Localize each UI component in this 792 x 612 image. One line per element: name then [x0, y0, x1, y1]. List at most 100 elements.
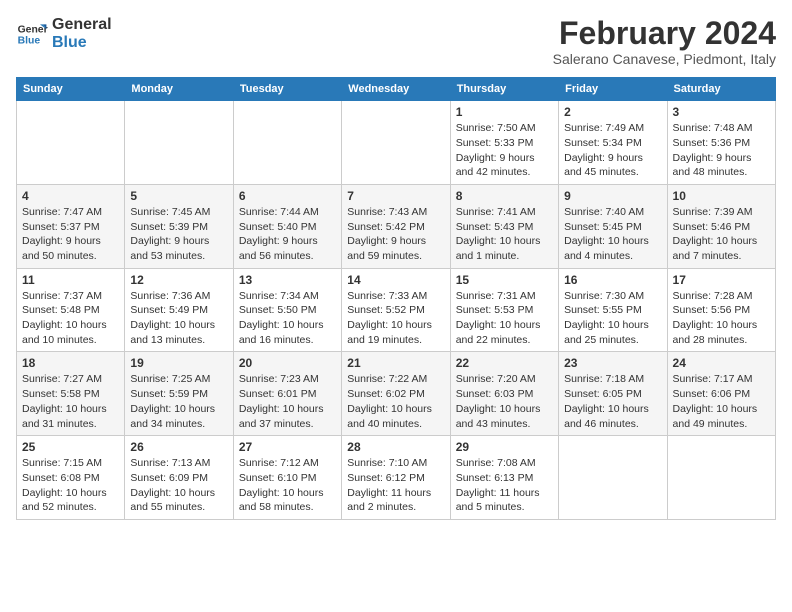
calendar-cell: 10 Sunrise: 7:39 AM Sunset: 5:46 PM Dayli… — [667, 184, 775, 268]
calendar-cell: 29 Sunrise: 7:08 AM Sunset: 6:13 PM Dayli… — [450, 436, 558, 520]
calendar-cell: 3 Sunrise: 7:48 AM Sunset: 5:36 PM Daylig… — [667, 101, 775, 185]
calendar-cell: 9 Sunrise: 7:40 AM Sunset: 5:45 PM Daylig… — [559, 184, 667, 268]
day-info: Sunrise: 7:13 AM Sunset: 6:09 PM Dayligh… — [130, 456, 227, 515]
weekday-header-tuesday: Tuesday — [233, 78, 341, 101]
svg-text:Blue: Blue — [18, 35, 41, 46]
day-number: 2 — [564, 105, 661, 119]
calendar-table: SundayMondayTuesdayWednesdayThursdayFrid… — [16, 77, 776, 520]
day-info: Sunrise: 7:15 AM Sunset: 6:08 PM Dayligh… — [22, 456, 119, 515]
calendar-cell — [667, 436, 775, 520]
calendar-cell: 17 Sunrise: 7:28 AM Sunset: 5:56 PM Dayli… — [667, 268, 775, 352]
day-info: Sunrise: 7:45 AM Sunset: 5:39 PM Dayligh… — [130, 205, 227, 264]
calendar-cell: 8 Sunrise: 7:41 AM Sunset: 5:43 PM Daylig… — [450, 184, 558, 268]
calendar-cell: 16 Sunrise: 7:30 AM Sunset: 5:55 PM Dayli… — [559, 268, 667, 352]
calendar-cell: 27 Sunrise: 7:12 AM Sunset: 6:10 PM Dayli… — [233, 436, 341, 520]
calendar-cell: 21Sunrise: 7:22 AM Sunset: 6:02 PM Dayli… — [342, 352, 450, 436]
day-number: 29 — [456, 440, 553, 454]
day-info: Sunrise: 7:25 AM Sunset: 5:59 PM Dayligh… — [130, 372, 227, 431]
day-number: 19 — [130, 356, 227, 370]
day-info: Sunrise: 7:08 AM Sunset: 6:13 PM Dayligh… — [456, 456, 553, 515]
weekday-header-row: SundayMondayTuesdayWednesdayThursdayFrid… — [17, 78, 776, 101]
day-info: Sunrise: 7:31 AM Sunset: 5:53 PM Dayligh… — [456, 289, 553, 348]
calendar-cell: 18 Sunrise: 7:27 AM Sunset: 5:58 PM Dayli… — [17, 352, 125, 436]
calendar-cell: 22 Sunrise: 7:20 AM Sunset: 6:03 PM Dayli… — [450, 352, 558, 436]
day-number: 11 — [22, 273, 119, 287]
day-number: 5 — [130, 189, 227, 203]
day-info: Sunrise: 7:41 AM Sunset: 5:43 PM Dayligh… — [456, 205, 553, 264]
location-subtitle: Salerano Canavese, Piedmont, Italy — [553, 51, 776, 67]
day-number: 22 — [456, 356, 553, 370]
weekday-header-friday: Friday — [559, 78, 667, 101]
weekday-header-wednesday: Wednesday — [342, 78, 450, 101]
day-info: Sunrise: 7:48 AM Sunset: 5:36 PM Dayligh… — [673, 121, 770, 180]
calendar-cell: 1Sunrise: 7:50 AM Sunset: 5:33 PM Daylig… — [450, 101, 558, 185]
day-number: 1 — [456, 105, 553, 119]
week-row-4: 18 Sunrise: 7:27 AM Sunset: 5:58 PM Dayli… — [17, 352, 776, 436]
calendar-cell: 2 Sunrise: 7:49 AM Sunset: 5:34 PM Daylig… — [559, 101, 667, 185]
logo-text-general: General — [52, 16, 112, 34]
day-number: 13 — [239, 273, 336, 287]
day-info: Sunrise: 7:39 AM Sunset: 5:46 PM Dayligh… — [673, 205, 770, 264]
month-title: February 2024 — [553, 16, 776, 51]
day-number: 9 — [564, 189, 661, 203]
day-number: 10 — [673, 189, 770, 203]
week-row-3: 11 Sunrise: 7:37 AM Sunset: 5:48 PM Dayli… — [17, 268, 776, 352]
calendar-cell: 14Sunrise: 7:33 AM Sunset: 5:52 PM Dayli… — [342, 268, 450, 352]
day-info: Sunrise: 7:47 AM Sunset: 5:37 PM Dayligh… — [22, 205, 119, 264]
weekday-header-saturday: Saturday — [667, 78, 775, 101]
day-info: Sunrise: 7:17 AM Sunset: 6:06 PM Dayligh… — [673, 372, 770, 431]
day-number: 27 — [239, 440, 336, 454]
calendar-cell: 19 Sunrise: 7:25 AM Sunset: 5:59 PM Dayli… — [125, 352, 233, 436]
calendar-cell: 15 Sunrise: 7:31 AM Sunset: 5:53 PM Dayli… — [450, 268, 558, 352]
calendar-cell — [125, 101, 233, 185]
day-number: 17 — [673, 273, 770, 287]
page-header: General Blue General Blue February 2024 … — [16, 16, 776, 67]
day-number: 12 — [130, 273, 227, 287]
day-info: Sunrise: 7:34 AM Sunset: 5:50 PM Dayligh… — [239, 289, 336, 348]
logo: General Blue General Blue — [16, 16, 112, 51]
day-number: 4 — [22, 189, 119, 203]
day-number: 15 — [456, 273, 553, 287]
day-info: Sunrise: 7:22 AM Sunset: 6:02 PM Dayligh… — [347, 372, 444, 431]
day-number: 3 — [673, 105, 770, 119]
weekday-header-monday: Monday — [125, 78, 233, 101]
calendar-cell — [233, 101, 341, 185]
calendar-cell — [559, 436, 667, 520]
calendar-cell: 12 Sunrise: 7:36 AM Sunset: 5:49 PM Dayli… — [125, 268, 233, 352]
day-info: Sunrise: 7:12 AM Sunset: 6:10 PM Dayligh… — [239, 456, 336, 515]
day-info: Sunrise: 7:28 AM Sunset: 5:56 PM Dayligh… — [673, 289, 770, 348]
day-info: Sunrise: 7:36 AM Sunset: 5:49 PM Dayligh… — [130, 289, 227, 348]
calendar-cell: 6Sunrise: 7:44 AM Sunset: 5:40 PM Daylig… — [233, 184, 341, 268]
day-info: Sunrise: 7:23 AM Sunset: 6:01 PM Dayligh… — [239, 372, 336, 431]
weekday-header-sunday: Sunday — [17, 78, 125, 101]
day-info: Sunrise: 7:40 AM Sunset: 5:45 PM Dayligh… — [564, 205, 661, 264]
day-number: 6 — [239, 189, 336, 203]
day-info: Sunrise: 7:33 AM Sunset: 5:52 PM Dayligh… — [347, 289, 444, 348]
calendar-cell: 28Sunrise: 7:10 AM Sunset: 6:12 PM Dayli… — [342, 436, 450, 520]
day-info: Sunrise: 7:20 AM Sunset: 6:03 PM Dayligh… — [456, 372, 553, 431]
day-number: 25 — [22, 440, 119, 454]
day-info: Sunrise: 7:30 AM Sunset: 5:55 PM Dayligh… — [564, 289, 661, 348]
calendar-cell: 4 Sunrise: 7:47 AM Sunset: 5:37 PM Daylig… — [17, 184, 125, 268]
week-row-5: 25 Sunrise: 7:15 AM Sunset: 6:08 PM Dayli… — [17, 436, 776, 520]
calendar-cell: 23 Sunrise: 7:18 AM Sunset: 6:05 PM Dayli… — [559, 352, 667, 436]
day-number: 23 — [564, 356, 661, 370]
logo-text-blue: Blue — [52, 34, 112, 52]
title-block: February 2024 Salerano Canavese, Piedmon… — [553, 16, 776, 67]
day-number: 16 — [564, 273, 661, 287]
day-info: Sunrise: 7:18 AM Sunset: 6:05 PM Dayligh… — [564, 372, 661, 431]
logo-icon: General Blue — [16, 18, 48, 50]
day-number: 8 — [456, 189, 553, 203]
calendar-cell: 11 Sunrise: 7:37 AM Sunset: 5:48 PM Dayli… — [17, 268, 125, 352]
calendar-cell: 20Sunrise: 7:23 AM Sunset: 6:01 PM Dayli… — [233, 352, 341, 436]
day-number: 26 — [130, 440, 227, 454]
day-info: Sunrise: 7:27 AM Sunset: 5:58 PM Dayligh… — [22, 372, 119, 431]
day-number: 18 — [22, 356, 119, 370]
day-info: Sunrise: 7:43 AM Sunset: 5:42 PM Dayligh… — [347, 205, 444, 264]
calendar-cell: 7Sunrise: 7:43 AM Sunset: 5:42 PM Daylig… — [342, 184, 450, 268]
calendar-cell — [342, 101, 450, 185]
day-info: Sunrise: 7:49 AM Sunset: 5:34 PM Dayligh… — [564, 121, 661, 180]
day-info: Sunrise: 7:37 AM Sunset: 5:48 PM Dayligh… — [22, 289, 119, 348]
day-number: 28 — [347, 440, 444, 454]
week-row-1: 1Sunrise: 7:50 AM Sunset: 5:33 PM Daylig… — [17, 101, 776, 185]
